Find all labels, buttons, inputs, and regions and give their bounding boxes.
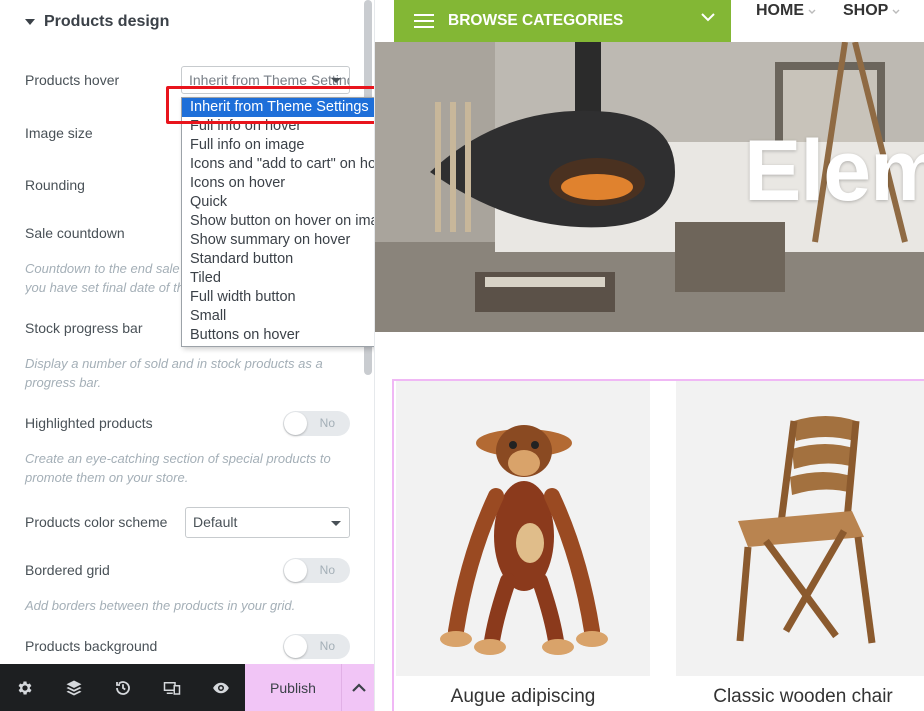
section-toggle-products-design[interactable]: Products design	[25, 13, 169, 31]
monkey-figurine-icon	[396, 381, 650, 676]
sale-countdown-label: Sale countdown	[25, 225, 125, 241]
dropdown-option[interactable]: Quick	[182, 193, 374, 212]
responsive-icon[interactable]	[147, 664, 196, 711]
dropdown-option[interactable]: Show summary on hover	[182, 231, 374, 250]
toggle-knob	[284, 559, 307, 582]
history-icon[interactable]	[98, 664, 147, 711]
hero-banner: Elem	[375, 42, 924, 332]
dropdown-option[interactable]: Tiled	[182, 269, 374, 288]
image-size-label: Image size	[25, 125, 93, 141]
hero-title: Elem	[744, 123, 924, 219]
toggle-state: No	[319, 563, 335, 577]
nav-home[interactable]: HOME	[756, 0, 816, 22]
dropdown-option[interactable]: Full info on image	[182, 136, 374, 155]
highlighted-products-label: Highlighted products	[25, 415, 153, 431]
dropdown-option[interactable]: Icons and "add to cart" on hover	[182, 155, 374, 174]
dropdown-option[interactable]: Full info on hover	[182, 117, 374, 136]
dropdown-option[interactable]: Small	[182, 307, 374, 326]
section-title: Products design	[44, 13, 170, 30]
toggle-state: No	[319, 416, 335, 430]
hamburger-icon	[414, 14, 434, 28]
nav-home-label: HOME	[756, 2, 804, 19]
toggle-knob	[284, 635, 307, 658]
browse-categories-button[interactable]: BROWSE CATEGORIES	[394, 0, 731, 42]
chevron-down-icon	[892, 9, 900, 14]
panel-footer: Publish	[0, 664, 374, 711]
products-hover-select[interactable]: Inherit from Theme Settings	[181, 66, 350, 94]
product-image-chair[interactable]	[676, 381, 924, 676]
products-background-label: Products background	[25, 638, 158, 654]
products-color-scheme-select[interactable]: Default	[185, 507, 350, 538]
products-hover-value: Inherit from Theme Settings	[189, 72, 350, 88]
chevron-down-icon	[331, 78, 341, 83]
preview-eye-icon[interactable]	[196, 664, 245, 711]
dropdown-option[interactable]: Show button on hover on image	[182, 212, 374, 231]
products-color-scheme-value: Default	[193, 514, 238, 530]
bordered-grid-description: Add borders between the products in your…	[25, 598, 296, 613]
product-card[interactable]: Augue adipiscing	[396, 381, 650, 708]
editor-panel: Products design Products hover Inherit f…	[0, 0, 375, 711]
dropdown-option[interactable]: Full width button	[182, 288, 374, 307]
stock-progress-label: Stock progress bar	[25, 320, 143, 336]
products-hover-dropdown: Inherit from Theme Settings Full info on…	[181, 97, 374, 347]
wooden-chair-icon	[676, 381, 924, 676]
chevron-down-icon	[701, 13, 715, 22]
nav-shop[interactable]: SHOP	[843, 0, 900, 22]
layers-icon[interactable]	[49, 664, 98, 711]
caret-down-icon	[25, 19, 35, 25]
settings-icon[interactable]	[0, 664, 49, 711]
product-name[interactable]: Classic wooden chair	[676, 686, 924, 708]
stock-progress-description: Display a number of sold and in stock pr…	[25, 356, 323, 390]
products-background-toggle[interactable]: No	[283, 634, 350, 659]
toggle-knob	[284, 412, 307, 435]
product-name[interactable]: Augue adipiscing	[396, 686, 650, 708]
products-hover-label: Products hover	[25, 72, 120, 88]
product-grid: Augue adipiscing Classic wooden chair	[392, 379, 924, 711]
chevron-up-icon	[351, 682, 366, 692]
publish-options-button[interactable]	[341, 664, 374, 711]
toggle-state: No	[319, 639, 335, 653]
publish-button[interactable]: Publish	[245, 664, 341, 711]
highlighted-products-description: Create an eye-catching section of specia…	[25, 451, 331, 485]
dropdown-option[interactable]: Buttons on hover	[182, 326, 374, 345]
dropdown-option[interactable]: Standard button	[182, 250, 374, 269]
chevron-down-icon	[808, 9, 816, 14]
rounding-label: Rounding	[25, 177, 85, 193]
product-card[interactable]: Classic wooden chair	[676, 381, 924, 708]
bordered-grid-label: Bordered grid	[25, 562, 110, 578]
chevron-down-icon	[331, 520, 341, 526]
dropdown-option[interactable]: Inherit from Theme Settings	[182, 98, 374, 117]
publish-label: Publish	[270, 679, 316, 696]
product-image-monkey[interactable]	[396, 381, 650, 676]
browse-categories-label: BROWSE CATEGORIES	[448, 12, 624, 29]
site-preview: BROWSE CATEGORIES HOME SHOP Elem Augue a…	[375, 0, 924, 711]
products-color-scheme-label: Products color scheme	[25, 514, 168, 530]
dropdown-option[interactable]: Icons on hover	[182, 174, 374, 193]
bordered-grid-toggle[interactable]: No	[283, 558, 350, 583]
highlighted-products-toggle[interactable]: No	[283, 411, 350, 436]
nav-shop-label: SHOP	[843, 2, 889, 19]
